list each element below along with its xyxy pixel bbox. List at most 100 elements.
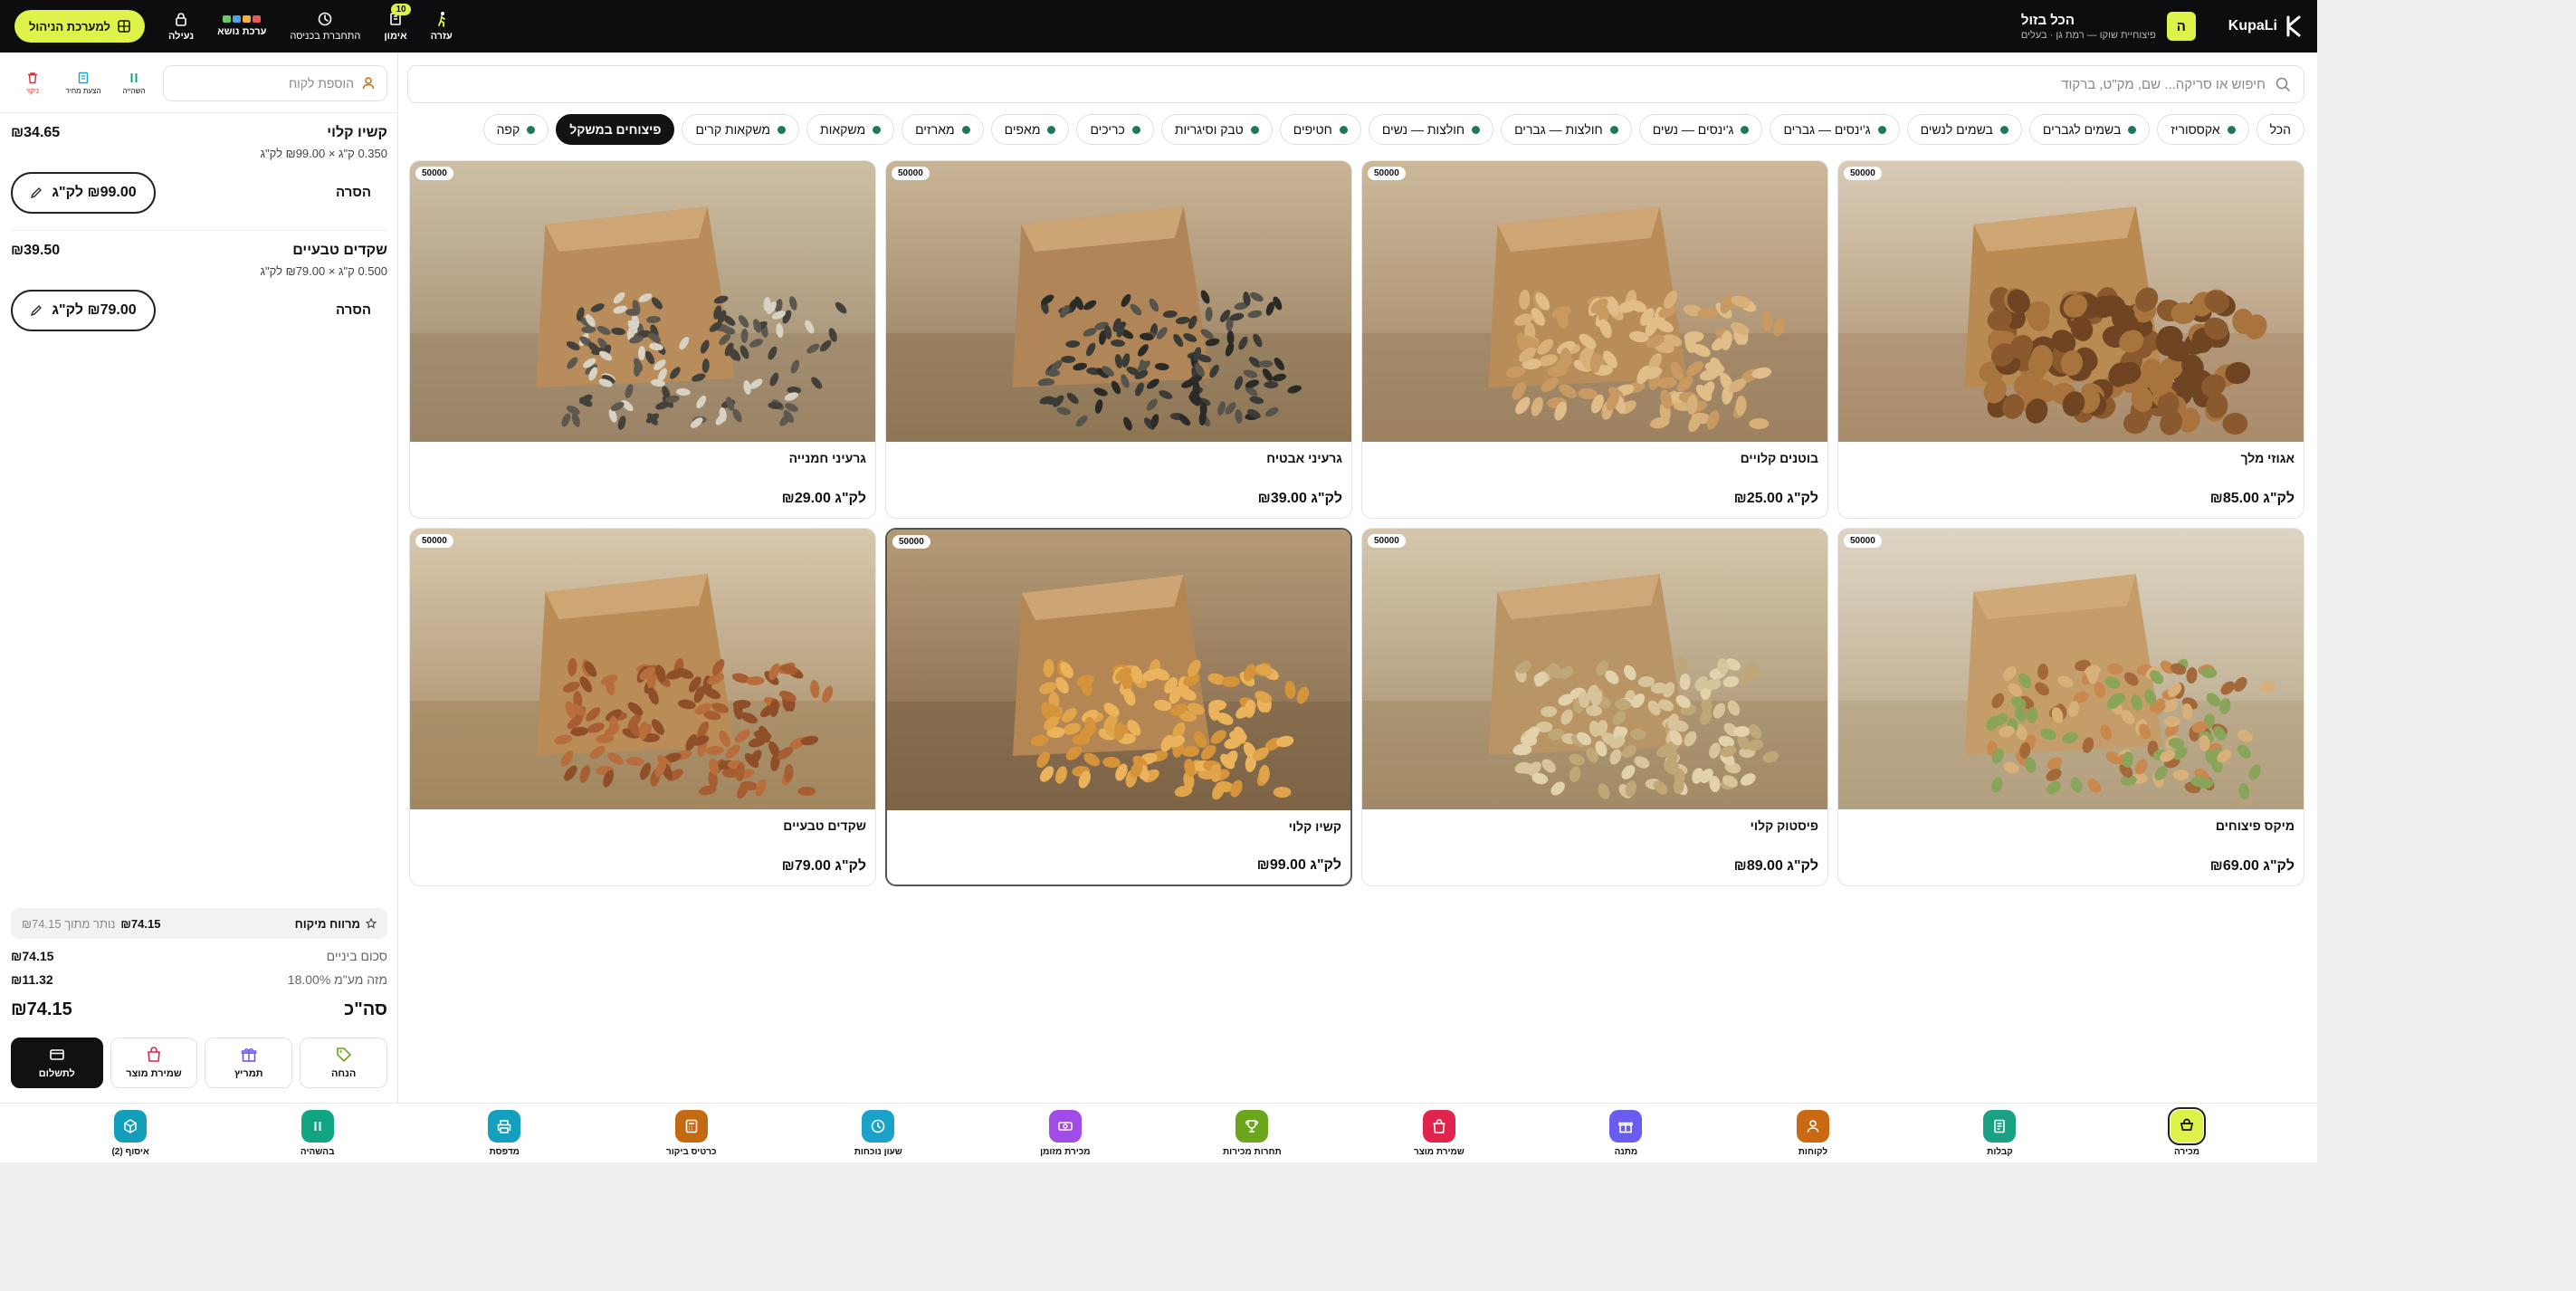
category-chip[interactable]: משקאות קרים (682, 114, 800, 145)
total-row: סה"כ ₪74.15 (11, 999, 387, 1020)
quote-button[interactable]: הצעת מחיר (62, 72, 105, 95)
category-chip[interactable]: חולצות — גברים (1501, 114, 1632, 145)
dock-item[interactable]: לקוחות (1759, 1104, 1867, 1162)
category-chip[interactable]: בשמים לנשים (1906, 114, 2022, 145)
category-chip[interactable]: הכל (2256, 114, 2304, 145)
cart-line[interactable]: שקדים טבעיים ₪39.50 0.500 ק"ג × ₪79.00 ל… (11, 243, 387, 342)
category-chip[interactable]: חולצות — נשים (1368, 114, 1494, 145)
help-button[interactable]: עזרה (431, 11, 453, 42)
store-name: הכל בזול (2020, 12, 2075, 28)
incentive-label: תמריץ (234, 1068, 263, 1079)
training-button[interactable]: 10 אימון (384, 4, 411, 42)
category-chip[interactable]: בשמים לגברים (2028, 114, 2151, 145)
remove-line-button[interactable]: הסרה (336, 302, 371, 318)
vat-row: מזה מע"מ 18.00% ₪11.32 (11, 972, 387, 987)
dock-item[interactable]: מדפסת (450, 1104, 558, 1162)
category-label: ג'ינסים — גברים (1783, 122, 1871, 137)
product-card[interactable]: 50000 פיסטוק קלוי ₪89.00 לק"ג (1361, 528, 1828, 886)
category-label: ג'ינסים — נשים (1652, 122, 1734, 137)
product-card[interactable]: 50000 שקדים טבעיים ₪79.00 לק"ג (409, 528, 876, 886)
category-chip[interactable]: קפה (482, 114, 549, 145)
category-label: מארזים (915, 122, 955, 137)
dock-item[interactable]: כרטיס ביקור (637, 1104, 746, 1162)
category-chip[interactable]: משקאות (806, 114, 895, 145)
edit-price-button[interactable]: ₪99.00 לק"ג (11, 172, 156, 214)
theme-button[interactable]: ערכת נושא (217, 15, 266, 37)
dock-item[interactable]: איסוף (2) (76, 1104, 185, 1162)
dock-item[interactable]: מתנה (1571, 1104, 1680, 1162)
product-image-art (1838, 529, 2304, 809)
product-card[interactable]: 50000 גרעיני חמנייה ₪29.00 לק"ג (409, 160, 876, 519)
cart-line[interactable]: קשיו קלוי ₪34.65 0.350 ק"ג × ₪99.00 לק"ג… (11, 125, 387, 225)
category-chip[interactable]: טבק וסיגריות (1160, 114, 1273, 145)
product-image-art (1838, 161, 2304, 442)
category-dot-icon (527, 125, 536, 134)
store-info[interactable]: ה הכל בזול פיצוחיית שוקו — רמת גן · בעלי… (2021, 12, 2196, 41)
dock-item[interactable]: קבלות (1945, 1104, 2054, 1162)
cart-icon (2180, 1118, 2194, 1131)
category-chip[interactable]: פיצוחים במשקל (556, 114, 675, 145)
dock-label: לקוחות (1798, 1146, 1828, 1157)
dock-item[interactable]: מכירה (2132, 1104, 2241, 1162)
total-label: סה"כ (344, 999, 387, 1019)
edit-price-button[interactable]: ₪79.00 לק"ג (11, 290, 156, 331)
profit-values: ₪74.15 נותר מתוך ₪74.15 (22, 917, 171, 931)
category-dot-icon (1999, 125, 2008, 134)
user-icon (1807, 1119, 1819, 1133)
category-chip[interactable]: אקססוריז (2157, 114, 2249, 145)
category-chip[interactable]: חטיפים (1279, 114, 1361, 145)
vat-value: ₪11.32 (11, 972, 53, 987)
category-chip[interactable]: כריכים (1076, 114, 1154, 145)
product-card[interactable]: 50000 מיקס פיצוחים ₪69.00 לק"ג (1837, 528, 2304, 886)
remove-line-button[interactable]: הסרה (336, 185, 371, 200)
dock-item[interactable]: שמירת מוצר (1385, 1104, 1493, 1162)
management-button[interactable]: למערכת הניהול (14, 10, 145, 43)
app-logo[interactable]: KupaLi (2228, 14, 2303, 39)
product-search[interactable]: חיפוש או סריקה... שם, מק"ט, ברקוד (407, 65, 2304, 103)
store-subtitle: פיצוחיית שוקו — רמת גן · בעלים (2020, 29, 2156, 41)
shift-button[interactable]: התחברת בכניסה (290, 11, 360, 42)
clear-button[interactable]: ניקוי (11, 72, 54, 95)
dock-label: איסוף (2) (111, 1146, 149, 1157)
theme-label: ערכת נושא (217, 26, 267, 37)
gift-icon (1618, 1122, 1634, 1133)
category-dot-icon (2227, 125, 2236, 134)
customer-input[interactable]: הוספת לקוח (163, 65, 387, 101)
product-image: 50000 (410, 529, 875, 809)
dock-label: בהשהיה (300, 1146, 335, 1157)
dock-label: מתנה (1614, 1146, 1638, 1157)
discount-button[interactable]: הנחה (300, 1038, 387, 1088)
save-product-button[interactable]: שמירת מוצר (110, 1038, 198, 1088)
category-filter-bar: הכל אקססוריז בשמים לגברים בשמים לנשים ג'ינסי… (407, 114, 2304, 145)
incentive-button[interactable]: תמריץ (205, 1038, 293, 1088)
profit-note: נותר מתוך ₪74.15 (22, 916, 116, 931)
hold-button[interactable]: השהייה (112, 72, 156, 95)
discount-label: הנחה (330, 1068, 357, 1079)
dock-item[interactable]: מכירת מזומן (1011, 1104, 1120, 1162)
category-chip[interactable]: מאפים (990, 114, 1070, 145)
profit-margin-bar[interactable]: מרווח מיקוח ₪74.15 נותר מתוך ₪74.15 (11, 908, 387, 939)
package-icon (124, 1118, 137, 1133)
category-chip[interactable]: מארזים (902, 114, 984, 145)
category-chip[interactable]: ג'ינסים — נשים (1638, 114, 1763, 145)
dock-item[interactable]: בהשהיה (263, 1104, 372, 1162)
product-card[interactable]: 50000 אגוזי מלך ₪85.00 לק"ג (1837, 160, 2304, 519)
pay-button[interactable]: לתשלום (11, 1038, 103, 1088)
dock-item[interactable]: שעון נוכחות (824, 1104, 932, 1162)
store-text: הכל בזול פיצוחיית שוקו — רמת גן · בעלים (2021, 13, 2156, 41)
cart-line-name: קשיו קלוי (327, 125, 387, 140)
product-card[interactable]: 50000 בוטנים קלויים ₪25.00 לק"ג (1361, 160, 1828, 519)
category-label: משקאות קרים (695, 122, 771, 137)
dock-item[interactable]: תחרות מכירות (1197, 1104, 1306, 1162)
lock-button[interactable]: נעילה (168, 11, 194, 42)
product-card[interactable]: 50000 קשיו קלוי ₪99.00 לק"ג (885, 528, 1352, 886)
category-dot-icon (1472, 125, 1481, 134)
calculator-icon (685, 1119, 698, 1133)
category-chip[interactable]: ג'ינסים — גברים (1770, 114, 1900, 145)
product-card[interactable]: 50000 גרעיני אבטיח ₪39.00 לק"ג (885, 160, 1352, 519)
dock-label: מכירה (2173, 1146, 2200, 1157)
product-price: ₪89.00 לק"ג (1733, 858, 1818, 874)
help-label: עזרה (430, 31, 453, 42)
subtotal-label: סכום ביניים (326, 949, 387, 963)
training-label: אימון (384, 31, 407, 42)
